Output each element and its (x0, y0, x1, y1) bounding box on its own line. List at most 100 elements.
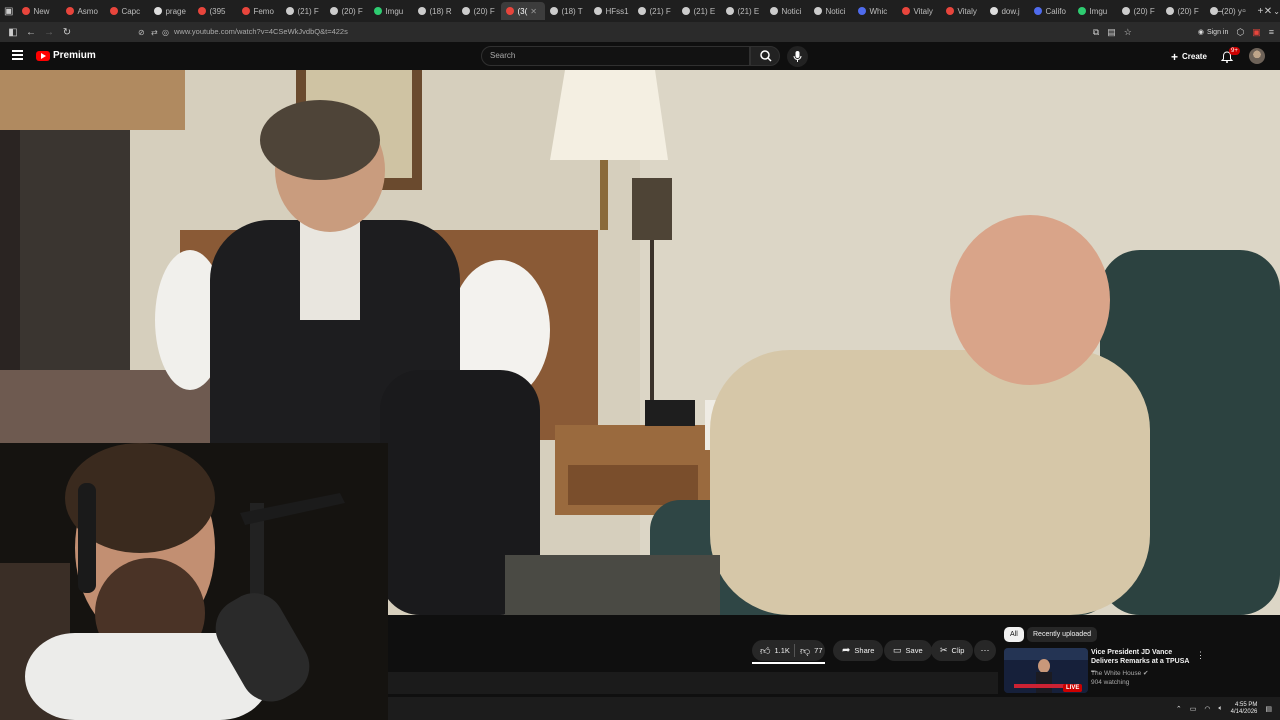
browser-tab[interactable]: (21) F (281, 2, 325, 20)
tab-label: (20) F (1177, 6, 1199, 16)
forward-icon[interactable]: → (40, 27, 58, 38)
volume-icon[interactable]: 🔈︎ (1218, 705, 1222, 713)
url-field[interactable]: www.youtube.com/watch?v=4CSeWkJvdbQ&t=42… (174, 25, 1154, 39)
browser-tab[interactable]: (20) F (1117, 2, 1161, 20)
search-input[interactable]: Search (481, 46, 750, 66)
network-icon[interactable]: ▭ (1190, 705, 1197, 713)
tab-favicon-icon (770, 7, 779, 15)
chip-recently-uploaded[interactable]: Recently uploaded (1027, 627, 1097, 642)
system-tray: ⌃ ▭ ◠ 🔈︎ 4:55 PM 4/14/2026 ▤ (1176, 697, 1272, 720)
scissors-icon: ✂ (940, 645, 948, 655)
more-actions-button[interactable]: ⋯ (974, 640, 996, 661)
screen-share-icon[interactable]: ⧉ (1093, 27, 1099, 38)
extensions-icon[interactable]: ⬡ (1236, 27, 1244, 38)
browser-tab[interactable]: Asmo (61, 2, 105, 20)
back-icon[interactable]: ← (22, 27, 40, 38)
extension-icon[interactable]: ◎ (162, 28, 169, 37)
browser-tab[interactable]: (395 (193, 2, 237, 20)
save-icon: ▭ (893, 645, 902, 655)
tab-label: Califo (1045, 6, 1066, 16)
youtube-play-icon (36, 50, 50, 61)
browser-tab[interactable]: Vitaly (897, 2, 941, 20)
reader-icon[interactable]: ▤ (1107, 27, 1116, 38)
notification-badge: 9+ (1229, 47, 1240, 55)
browser-tab[interactable]: prage (149, 2, 193, 20)
sign-in-button[interactable]: ◉ Sign in (1198, 28, 1229, 37)
browser-tab[interactable]: dow.j (985, 2, 1029, 20)
like-button[interactable]: 👍︎ 1.1K (752, 640, 798, 661)
hamburger-menu-icon[interactable] (12, 50, 23, 60)
tab-favicon-icon (1166, 7, 1175, 15)
search-icon (760, 50, 772, 62)
window-controls: – ▫ ✕ (1208, 0, 1280, 22)
browser-tab[interactable]: (20) F (457, 2, 501, 20)
wifi-icon[interactable]: ◠ (1204, 705, 1210, 713)
tab-favicon-icon (22, 7, 31, 15)
chip-all[interactable]: All (1004, 627, 1024, 642)
bookmark-star-icon[interactable]: ☆ (1124, 27, 1132, 38)
browser-tab[interactable]: (21) E (721, 2, 765, 20)
notification-center-icon[interactable]: ▤ (1265, 705, 1272, 713)
browser-tab-strip: ▣ New Asmo Capc prage (395 Femo (21) F (20) F Im… (0, 0, 1280, 22)
browser-tab[interactable]: (21) E (677, 2, 721, 20)
tab-favicon-icon (462, 7, 471, 15)
tab-favicon-icon (638, 7, 647, 15)
tab-label: Notici (781, 6, 802, 16)
rec-more-icon[interactable]: ⋮ (1196, 650, 1205, 661)
maximize-icon[interactable]: ▫ (1232, 6, 1256, 17)
browser-tab[interactable]: (3(✕ (501, 2, 546, 20)
reload-icon[interactable]: ↻ (58, 27, 76, 38)
browser-tab[interactable]: Imgu (1073, 2, 1117, 20)
voice-search-button[interactable] (787, 46, 808, 67)
tray-chevron-icon[interactable]: ⌃ (1176, 705, 1182, 713)
create-label: Create (1182, 52, 1207, 61)
clock[interactable]: 4:55 PM 4/14/2026 (1231, 702, 1258, 716)
save-button[interactable]: ▭ Save (884, 640, 932, 661)
search-button[interactable] (750, 46, 780, 66)
browser-tab[interactable]: (18) R (413, 2, 457, 20)
browser-tab[interactable]: Califo (1029, 2, 1073, 20)
browser-tab[interactable]: Notici (809, 2, 853, 20)
browser-tab[interactable]: Imgu (369, 2, 413, 20)
tracking-icon[interactable]: ⇄ (151, 28, 158, 37)
youtube-logo[interactable]: Premium (36, 50, 96, 61)
browser-tab[interactable]: (20) F (325, 2, 369, 20)
create-button[interactable]: + Create (1165, 48, 1213, 65)
share-button[interactable]: ➦ Share (833, 640, 884, 661)
browser-tab[interactable]: New (17, 2, 61, 20)
tab-label: prage (165, 6, 186, 16)
browser-tab[interactable]: Femo (237, 2, 281, 20)
tab-label: Capc (121, 6, 141, 16)
browser-tab[interactable]: Whic (853, 2, 897, 20)
clock-time: 4:55 PM (1235, 701, 1258, 708)
browser-tab[interactable]: Notici (765, 2, 809, 20)
like-ratio-bar (752, 662, 825, 664)
browser-tab[interactable]: HFss1 (589, 2, 633, 20)
tab-favicon-icon (1034, 7, 1043, 15)
dislike-count: 77 (814, 646, 823, 655)
minimize-icon[interactable]: – (1208, 6, 1232, 17)
browser-tab[interactable]: (20) F (1161, 2, 1205, 20)
browser-tab[interactable]: (21) F (633, 2, 677, 20)
tab-label: New (33, 6, 50, 16)
browser-menu-icon[interactable]: ≡ (1269, 27, 1274, 37)
tab-label: Femo (253, 6, 274, 16)
account-avatar[interactable] (1249, 48, 1265, 64)
tab-close-icon[interactable]: ✕ (530, 7, 537, 16)
tab-actions-icon[interactable]: ▣ (0, 6, 17, 17)
clip-button[interactable]: ✂ Clip (931, 640, 974, 661)
tab-label: Vitaly (913, 6, 933, 16)
browser-tab[interactable]: Capc (105, 2, 149, 20)
browser-tab[interactable]: Vitaly (941, 2, 985, 20)
rec-channel[interactable]: The White House ✔ (1091, 669, 1148, 677)
browser-tab[interactable]: (18) T (545, 2, 589, 20)
site-info-icon[interactable]: ⊘ (138, 28, 145, 37)
sidebar-toggle-icon[interactable]: ◧ (4, 27, 22, 38)
live-badge: LIVE (1063, 684, 1083, 692)
extension-red-icon[interactable]: ▣ (1252, 27, 1261, 38)
sign-in-label: Sign in (1206, 28, 1229, 36)
tab-label: Imgu (1089, 6, 1108, 16)
close-window-icon[interactable]: ✕ (1256, 6, 1280, 17)
dislike-button[interactable]: 👎︎ 77 (796, 640, 827, 661)
tab-favicon-icon (1078, 7, 1087, 15)
